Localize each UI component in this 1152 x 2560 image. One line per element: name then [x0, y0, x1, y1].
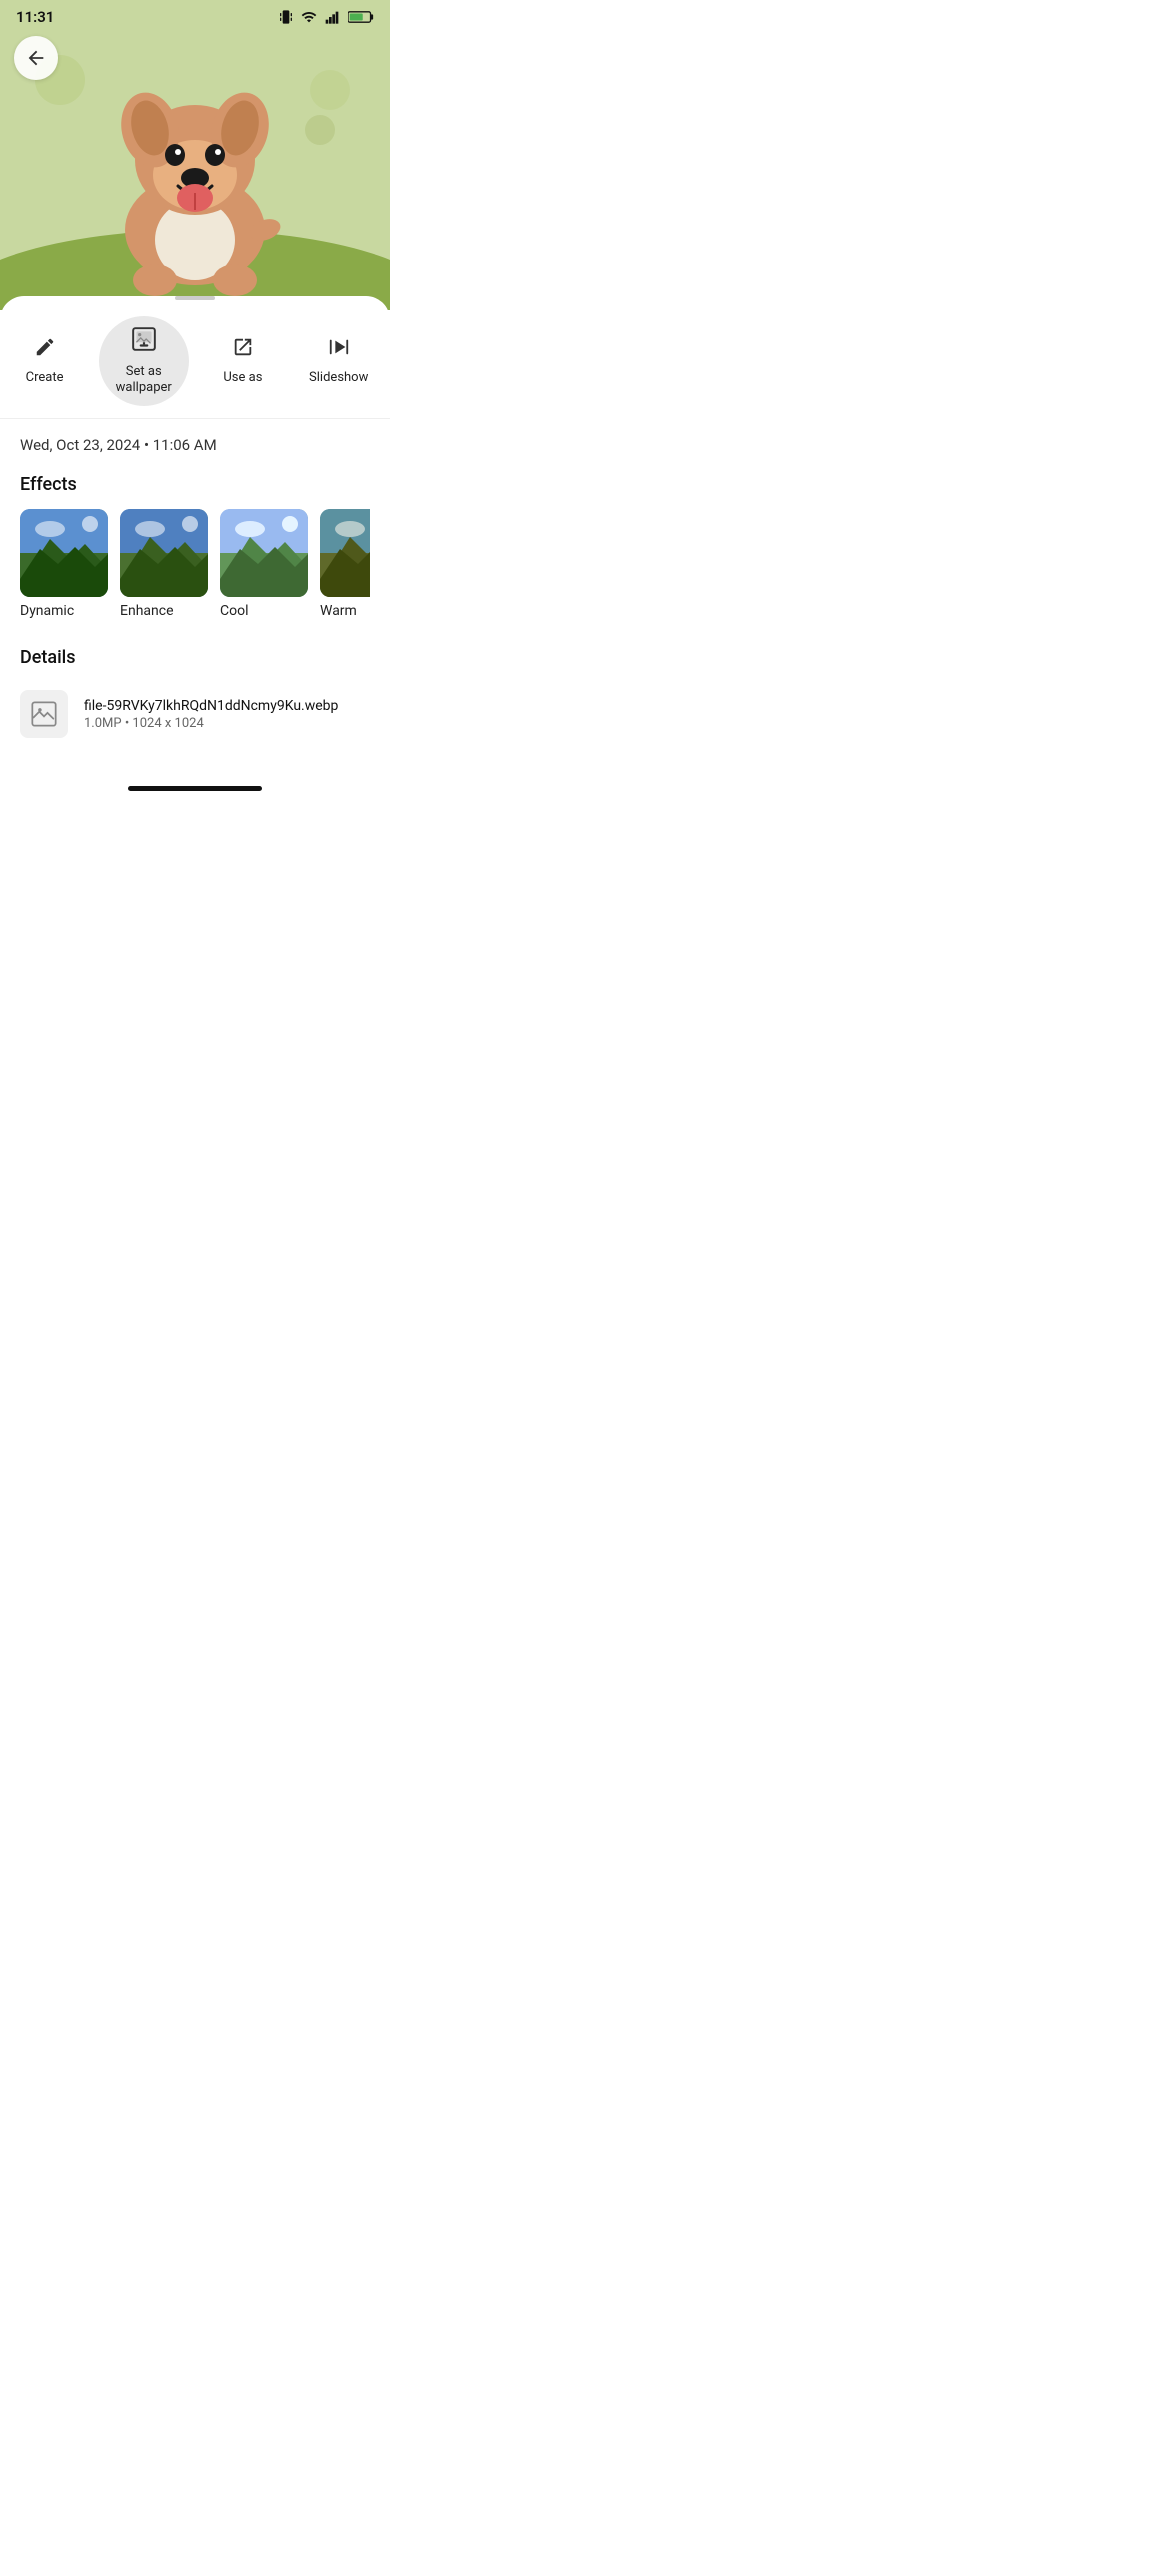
slideshow-icon [328, 336, 350, 364]
use-as-icon [232, 336, 254, 364]
action-item-edit[interactable]: Create [10, 328, 80, 394]
action-wallpaper-label: Set aswallpaper [116, 364, 172, 395]
action-use-as-label: Use as [223, 370, 262, 386]
set-wallpaper-icon [131, 326, 157, 358]
file-info: file-59RVKy7lkhRQdN1ddNcmy9Ku.webp 1.0MP… [20, 682, 370, 746]
back-button[interactable] [14, 36, 58, 80]
action-item-use-as[interactable]: Use as [208, 328, 278, 394]
effect-item-dynamic[interactable]: Dynamic [20, 509, 108, 619]
effect-item-warm[interactable]: Warm [320, 509, 370, 619]
back-arrow-icon [25, 47, 47, 69]
action-bar: Create Set aswallpaper [0, 300, 390, 419]
effect-dynamic-label: Dynamic [20, 603, 74, 619]
effect-item-cool[interactable]: Cool [220, 509, 308, 619]
date-section: Wed, Oct 23, 2024 • 11:06 AM [0, 419, 390, 454]
effect-enhance-label: Enhance [120, 603, 174, 619]
file-icon [20, 690, 68, 738]
effect-cool-label: Cool [220, 603, 249, 619]
effect-thumb-enhance [120, 509, 208, 597]
effects-title: Effects [20, 474, 370, 495]
effects-row: Dynamic Enhance [20, 509, 370, 623]
edit-icon [34, 336, 56, 364]
status-time: 11:31 [16, 8, 54, 26]
effect-warm-label: Warm [320, 603, 357, 619]
effects-section: Effects Dynamic [0, 454, 390, 623]
wifi-icon [300, 9, 318, 25]
set-wallpaper-inner: Set aswallpaper [116, 326, 172, 395]
vibrate-icon [278, 9, 294, 25]
details-section: Details file-59RVKy7lkhRQdN1ddNcmy9Ku.we… [0, 623, 390, 746]
effect-thumb-cool [220, 509, 308, 597]
file-details: file-59RVKy7lkhRQdN1ddNcmy9Ku.webp 1.0MP… [84, 698, 370, 731]
battery-icon [348, 9, 374, 25]
file-name: file-59RVKy7lkhRQdN1ddNcmy9Ku.webp [84, 698, 370, 714]
file-meta: 1.0MP • 1024 x 1024 [84, 716, 370, 731]
signal-icon [324, 9, 342, 25]
action-edit-label: Create [26, 370, 64, 386]
home-indicator [128, 786, 262, 791]
effect-thumb-warm [320, 509, 370, 597]
date-text: Wed, Oct 23, 2024 • 11:06 AM [20, 436, 217, 454]
status-icons [278, 9, 374, 25]
details-title: Details [20, 647, 370, 668]
effect-item-enhance[interactable]: Enhance [120, 509, 208, 619]
bottom-sheet: Create Set aswallpaper [0, 296, 390, 831]
action-slideshow-label: Slideshow [309, 370, 368, 386]
status-bar: 11:31 [0, 0, 390, 30]
hero-image [0, 0, 390, 310]
hero-background-svg [0, 0, 390, 310]
effect-thumb-dynamic [20, 509, 108, 597]
action-item-set-wallpaper[interactable]: Set aswallpaper [99, 316, 189, 406]
action-item-slideshow[interactable]: Slideshow [297, 328, 380, 394]
